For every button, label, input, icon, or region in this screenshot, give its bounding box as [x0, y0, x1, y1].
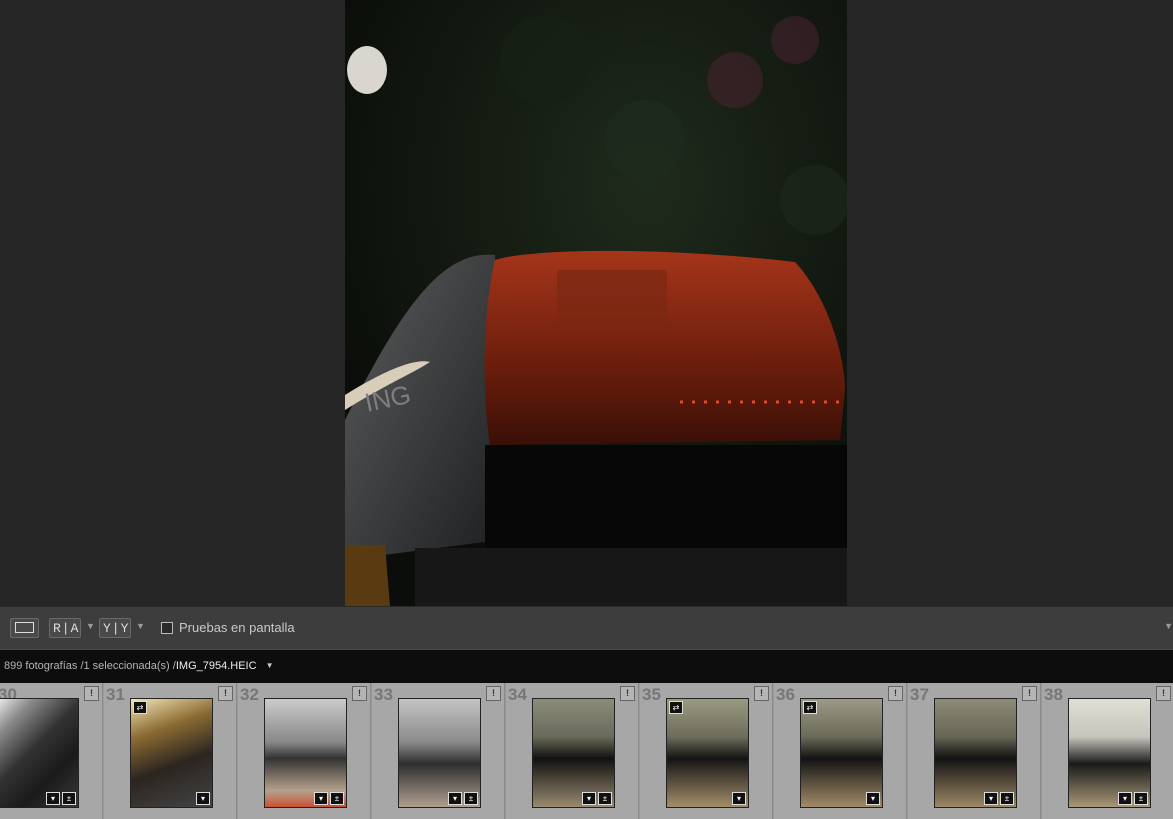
metadata-icon: ▾ — [732, 792, 746, 805]
photo-thumbnail[interactable]: ⇄ ▾ — [130, 698, 213, 808]
filmstrip-cell[interactable]: 32! ▾ ± — [238, 683, 371, 819]
photo-count: 899 fotografías — [4, 660, 78, 672]
filename-dropdown-icon[interactable]: ▼ — [266, 661, 274, 670]
metadata-icon: ▾ — [984, 792, 998, 805]
loupe-viewer: ING — [0, 0, 1173, 606]
develop-adjustments-icon: ± — [1000, 792, 1014, 805]
toolbar: R|A ▼ Y|Y ▼ Pruebas en pantalla ▼ — [0, 606, 1173, 650]
sync-icon: ⇄ — [803, 701, 817, 714]
warning-flag-icon[interactable]: ! — [754, 686, 769, 701]
filmstrip-cell[interactable]: 38! ▾ ± — [1042, 683, 1173, 819]
metadata-icon: ▾ — [866, 792, 880, 805]
warning-flag-icon[interactable]: ! — [218, 686, 233, 701]
cell-index: 38 — [1044, 685, 1063, 704]
sync-icon: ⇄ — [669, 701, 683, 714]
warning-flag-icon[interactable]: ! — [84, 686, 99, 701]
filmstrip-cell[interactable]: 37! ▾ ± — [908, 683, 1041, 819]
filmstrip-cell[interactable]: 30! ▾ ± — [0, 683, 103, 819]
filmstrip-cell[interactable]: 36! ⇄ ▾ — [774, 683, 907, 819]
cell-index: 33 — [374, 685, 393, 704]
toolbar-menu-icon[interactable]: ▼ — [1164, 621, 1173, 631]
cell-index: 35 — [642, 685, 661, 704]
filmstrip-cell[interactable]: 34! ▾ ± — [506, 683, 639, 819]
metadata-icon: ▾ — [196, 792, 210, 805]
develop-adjustments-icon: ± — [464, 792, 478, 805]
filmstrip-cell[interactable]: 35! ⇄ ▾ — [640, 683, 773, 819]
soft-proofing-label: Pruebas en pantalla — [179, 620, 295, 635]
soft-proofing-toggle[interactable]: Pruebas en pantalla — [161, 620, 295, 635]
photo-thumbnail[interactable]: ▾ ± — [934, 698, 1017, 808]
split-label: Y|Y — [103, 621, 130, 636]
rectangle-icon — [15, 622, 34, 633]
split-dropdown-icon[interactable]: ▼ — [136, 621, 145, 631]
photo-thumbnail[interactable]: ▾ ± — [0, 698, 79, 808]
warning-flag-icon[interactable]: ! — [486, 686, 501, 701]
metadata-icon: ▾ — [46, 792, 60, 805]
loupe-view-button[interactable] — [10, 618, 39, 638]
metadata-icon: ▾ — [448, 792, 462, 805]
cell-index: 31 — [106, 685, 125, 704]
filmstrip-info-bar: 899 fotografías /1 seleccionada(s) /IMG_… — [0, 650, 1173, 683]
filmstrip-cell[interactable]: 31! ⇄ ▾ — [104, 683, 237, 819]
soft-proofing-checkbox[interactable] — [161, 621, 173, 634]
before-after-button[interactable]: R|A — [49, 618, 81, 638]
cell-index: 36 — [776, 685, 795, 704]
cell-index: 34 — [508, 685, 527, 704]
before-after-label: R|A — [53, 621, 80, 636]
filmstrip: 30! ▾ ±31! ⇄ ▾ 32! ▾ ±33! ▾ ±34! ▾ ±35! ⇄ ▾ 36! ⇄ ▾ 37! ▾ ±… — [0, 683, 1173, 819]
develop-adjustments-icon: ± — [598, 792, 612, 805]
warning-flag-icon[interactable]: ! — [1156, 686, 1171, 701]
photo-thumbnail[interactable]: ▾ ± — [264, 698, 347, 808]
photo-thumbnail[interactable]: ▾ ± — [398, 698, 481, 808]
main-photo[interactable]: ING — [345, 0, 847, 606]
develop-adjustments-icon: ± — [330, 792, 344, 805]
develop-adjustments-icon: ± — [1134, 792, 1148, 805]
filename[interactable]: IMG_7954.HEIC — [176, 660, 257, 672]
warning-flag-icon[interactable]: ! — [888, 686, 903, 701]
warning-flag-icon[interactable]: ! — [352, 686, 367, 701]
selection-count: /1 seleccionada(s) — [80, 660, 170, 672]
filmstrip-cell[interactable]: 33! ▾ ± — [372, 683, 505, 819]
before-after-split-button[interactable]: Y|Y — [99, 618, 131, 638]
photo-thumbnail[interactable]: ⇄ ▾ — [666, 698, 749, 808]
cell-index: 32 — [240, 685, 259, 704]
photo-thumbnail[interactable]: ⇄ ▾ — [800, 698, 883, 808]
warning-flag-icon[interactable]: ! — [1022, 686, 1037, 701]
cell-index: 37 — [910, 685, 929, 704]
metadata-icon: ▾ — [1118, 792, 1132, 805]
photo-thumbnail[interactable]: ▾ ± — [532, 698, 615, 808]
metadata-icon: ▾ — [314, 792, 328, 805]
develop-adjustments-icon: ± — [62, 792, 76, 805]
warning-flag-icon[interactable]: ! — [620, 686, 635, 701]
metadata-icon: ▾ — [582, 792, 596, 805]
before-after-dropdown-icon[interactable]: ▼ — [86, 621, 95, 631]
photo-thumbnail[interactable]: ▾ ± — [1068, 698, 1151, 808]
sync-icon: ⇄ — [133, 701, 147, 714]
